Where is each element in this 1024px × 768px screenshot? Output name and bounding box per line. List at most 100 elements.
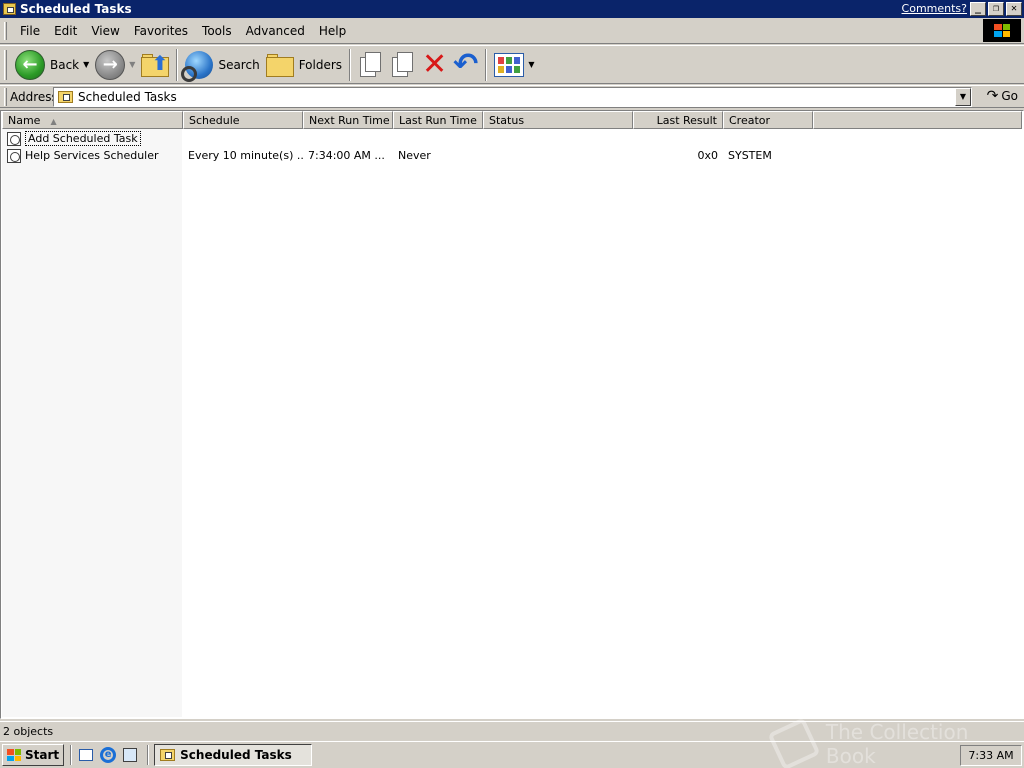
- move-to-button[interactable]: [355, 48, 387, 82]
- standard-toolbar: ← Back ▼ → ▼ ⬆ Search Folders ✕ ↶ ▼: [0, 45, 1024, 84]
- address-bar: Address Scheduled Tasks ▼ ↷ Go: [0, 85, 1024, 108]
- row-last-result: 0x0: [697, 149, 718, 162]
- copy-to-icon: [390, 51, 416, 79]
- row-last-run-time: Never: [398, 149, 431, 162]
- network-icon[interactable]: [121, 746, 139, 764]
- restore-button[interactable]: ❐: [988, 2, 1004, 16]
- windows-flag-icon: [7, 749, 21, 761]
- status-object-count: 2 objects: [3, 725, 54, 738]
- address-value[interactable]: Scheduled Tasks: [78, 90, 177, 104]
- go-label: Go: [1001, 89, 1018, 103]
- address-dropdown-button[interactable]: ▼: [955, 88, 971, 106]
- undo-icon: ↶: [453, 46, 479, 82]
- forward-button[interactable]: → ▼: [92, 48, 138, 82]
- add-task-icon: [7, 131, 21, 146]
- go-arrow-icon: ↷: [986, 88, 999, 104]
- move-to-icon: [358, 51, 384, 79]
- back-label: Back: [50, 57, 80, 72]
- column-header-name[interactable]: Name ▲: [2, 111, 183, 129]
- row-schedule: Every 10 minute(s) ...: [188, 149, 303, 162]
- menu-edit[interactable]: Edit: [47, 22, 84, 40]
- name-column-shading: [2, 129, 182, 717]
- toolbar-separator: [485, 48, 488, 81]
- address-field[interactable]: Scheduled Tasks ▼: [53, 87, 972, 107]
- column-header-status[interactable]: Status: [483, 111, 633, 129]
- internet-explorer-icon[interactable]: e: [99, 746, 117, 764]
- task-list-view[interactable]: Name ▲ Schedule Next Run Time Last Run Ti…: [0, 110, 1024, 719]
- sort-ascending-icon: ▲: [50, 117, 57, 126]
- folders-button[interactable]: Folders: [263, 48, 345, 82]
- up-button[interactable]: ⬆: [138, 48, 172, 82]
- address-grip[interactable]: [4, 87, 7, 106]
- name-cell: Add Scheduled Task: [2, 131, 183, 146]
- task-rows: Add Scheduled Task Help Services Schedul…: [2, 130, 1022, 164]
- taskbar-button-label: Scheduled Tasks: [180, 748, 292, 762]
- column-header-name-label: Name: [8, 114, 41, 127]
- taskbar-separator: [147, 745, 150, 765]
- menu-tools[interactable]: Tools: [195, 22, 239, 40]
- close-button[interactable]: ✕: [1006, 2, 1022, 16]
- show-desktop-icon[interactable]: [77, 746, 95, 764]
- menu-favorites[interactable]: Favorites: [127, 22, 195, 40]
- row-next-run-time: 7:34:00 AM ...: [308, 149, 385, 162]
- column-header-last-run-time[interactable]: Last Run Time: [393, 111, 483, 129]
- menu-advanced[interactable]: Advanced: [239, 22, 312, 40]
- menu-file[interactable]: File: [13, 22, 47, 40]
- toolbar-separator: [176, 48, 179, 81]
- row-creator: SYSTEM: [728, 149, 772, 162]
- address-label: Address: [10, 89, 58, 104]
- delete-button[interactable]: ✕: [419, 48, 450, 82]
- status-bar: 2 objects: [0, 721, 1024, 741]
- views-dropdown-icon[interactable]: ▼: [528, 60, 534, 69]
- row-name[interactable]: Add Scheduled Task: [25, 131, 141, 146]
- menu-view[interactable]: View: [84, 22, 126, 40]
- column-header-next-run-time[interactable]: Next Run Time: [303, 111, 393, 129]
- folders-label: Folders: [298, 57, 343, 72]
- start-label: Start: [25, 748, 60, 762]
- back-button[interactable]: ← Back ▼: [12, 48, 92, 82]
- back-dropdown-icon[interactable]: ▼: [83, 60, 89, 69]
- scheduled-tasks-folder-icon: [3, 3, 16, 15]
- forward-arrow-icon: →: [95, 49, 126, 80]
- search-button[interactable]: Search: [181, 48, 262, 82]
- scheduled-tasks-folder-icon: [160, 749, 176, 761]
- views-button[interactable]: ▼: [491, 48, 537, 82]
- windows-logo-icon: [983, 19, 1021, 42]
- menu-grip[interactable]: [4, 21, 7, 40]
- column-header-filler: [813, 111, 1022, 129]
- list-item-add-scheduled-task[interactable]: Add Scheduled Task: [2, 130, 1022, 147]
- scheduled-task-icon: [7, 148, 21, 163]
- column-headers: Name ▲ Schedule Next Run Time Last Run Ti…: [2, 111, 1022, 129]
- copy-to-button[interactable]: [387, 48, 419, 82]
- delete-icon: ✕: [422, 46, 448, 82]
- search-globe-icon: [181, 50, 214, 82]
- toolbar-separator: [349, 48, 352, 81]
- taskbar-button-scheduled-tasks[interactable]: Scheduled Tasks: [154, 744, 313, 766]
- minimize-button[interactable]: _: [970, 2, 986, 16]
- menu-help[interactable]: Help: [312, 22, 353, 40]
- toolbar-grip[interactable]: [4, 49, 7, 80]
- menu-bar: File Edit View Favorites Tools Advanced …: [0, 18, 1024, 44]
- forward-dropdown-icon[interactable]: ▼: [129, 60, 135, 69]
- folders-icon: [265, 53, 294, 77]
- system-tray-clock[interactable]: 7:33 AM: [960, 745, 1022, 766]
- column-header-last-result[interactable]: Last Result: [633, 111, 723, 129]
- back-arrow-icon: ←: [15, 49, 45, 80]
- column-header-schedule[interactable]: Schedule: [183, 111, 303, 129]
- views-icon: [494, 52, 525, 77]
- row-name[interactable]: Help Services Scheduler: [25, 149, 159, 162]
- list-item-help-services-scheduler[interactable]: Help Services Scheduler Every 10 minute(…: [2, 147, 1022, 164]
- taskbar-separator: [70, 745, 73, 765]
- title-bar: Scheduled Tasks Comments? _ ❐ ✕: [0, 0, 1024, 18]
- name-cell: Help Services Scheduler: [2, 148, 183, 163]
- window-controls: _ ❐ ✕: [968, 2, 1022, 16]
- scheduled-tasks-folder-icon: [58, 91, 73, 103]
- undo-button[interactable]: ↶: [450, 48, 481, 82]
- comments-link[interactable]: Comments?: [902, 2, 967, 15]
- up-folder-icon: ⬆: [141, 51, 170, 77]
- column-header-creator[interactable]: Creator: [723, 111, 813, 129]
- taskbar: Start e Scheduled Tasks 7:33 AM: [0, 741, 1024, 768]
- search-label: Search: [218, 57, 260, 72]
- start-button[interactable]: Start: [2, 744, 65, 766]
- go-button[interactable]: ↷ Go: [987, 88, 1018, 104]
